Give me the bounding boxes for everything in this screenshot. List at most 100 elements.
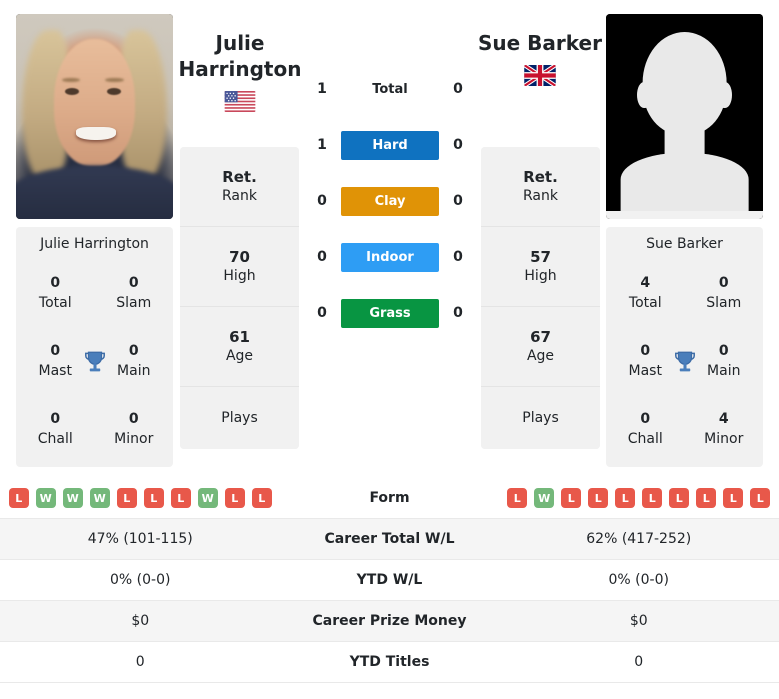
silhouette-ear-left (637, 81, 652, 109)
right-form-badge-list: LWLLLLLLLL (505, 488, 774, 508)
brow-right (105, 77, 125, 83)
surface-label-hard[interactable]: Hard (341, 130, 439, 160)
right-titles-total-key: Total (628, 295, 662, 311)
eye-right (107, 87, 122, 95)
surface-comparison: 1 Total 0 1 Hard 0 0 Clay 0 0 Indoor 0 0… (311, 61, 469, 341)
right-high-cell: 57 High (481, 227, 600, 307)
right-rank-key: Rank (523, 188, 558, 205)
left-plays-key: Plays (221, 409, 258, 426)
row-label-form: Form (369, 490, 410, 506)
form-badge-l: L (750, 488, 771, 508)
right-titles-grid: 4 Total 0 Slam 0 Mast 0 Main 0 Chall 4 M… (606, 260, 763, 464)
right-score-total: 0 (453, 81, 463, 97)
left-titles-card: Julie Harrington 0 Total 0 Slam 0 Mast 0… (16, 227, 173, 467)
left-titles-slam-value: 0 (128, 275, 139, 292)
trophy-icon (80, 328, 110, 396)
form-badge-w: W (35, 488, 56, 508)
left-titles-total-key: Total (38, 295, 72, 311)
right-career-prize-money: $0 (629, 613, 648, 629)
left-titles-mast-key: Mast (38, 363, 72, 379)
left-rank-key: Rank (222, 188, 257, 205)
left-score-clay: 0 (317, 193, 327, 209)
left-titles-minor: 0 Minor (95, 396, 174, 464)
surface-label-grass[interactable]: Grass (341, 298, 439, 328)
table-row-ytd-titles: 0 YTD Titles 0 (0, 642, 779, 683)
left-form-badge-list: LWWWLLLWLL (6, 488, 275, 508)
surface-row-total: 1 Total 0 (311, 61, 469, 117)
left-titles-slam: 0 Slam (95, 260, 174, 328)
left-player-name-line-1: Julie (215, 31, 265, 55)
form-badge-l: L (642, 488, 663, 508)
right-titles-total: 4 Total (606, 260, 685, 328)
us-flag-icon (224, 91, 256, 112)
left-titles-grid: 0 Total 0 Slam 0 Mast 0 Main 0 Chall 0 M… (16, 260, 173, 464)
right-score-hard: 0 (453, 137, 463, 153)
left-score-hard: 1 (317, 137, 327, 153)
right-titles-total-value: 4 (640, 275, 651, 292)
left-plays-cell: Plays (180, 387, 299, 449)
right-high-key: High (524, 268, 557, 285)
left-form-badges: LWWWLLLWLL (0, 488, 281, 508)
left-age-key: Age (225, 348, 254, 365)
right-titles-slam-key: Slam (706, 295, 742, 311)
left-titles-slam-key: Slam (116, 295, 152, 311)
left-player-photo[interactable] (16, 14, 173, 219)
face (53, 38, 136, 166)
surface-label-total: Total (372, 81, 408, 97)
left-high-key: High (223, 268, 256, 285)
right-high-value: 57 (530, 247, 551, 266)
left-titles-player-name: Julie Harrington (40, 236, 149, 252)
surface-label-clay[interactable]: Clay (341, 186, 439, 216)
form-badge-l: L (507, 488, 528, 508)
eye-left (64, 87, 79, 95)
right-titles-chall-value: 0 (640, 411, 651, 428)
silhouette-floor (606, 210, 763, 219)
form-badge-l: L (251, 488, 272, 508)
left-rank-value: Ret. (222, 167, 257, 186)
table-row-form: LWWWLLLWLL Form LWLLLLLLLL (0, 478, 779, 519)
right-titles-main-value: 0 (718, 343, 729, 360)
left-ytd-titles: 0 (135, 654, 145, 670)
smile (75, 126, 117, 141)
right-titles-slam: 0 Slam (685, 260, 764, 328)
right-age-cell: 67 Age (481, 307, 600, 387)
right-career-wl: 62% (417-252) (586, 531, 692, 547)
right-score-indoor: 0 (453, 249, 463, 265)
surface-label-indoor[interactable]: Indoor (341, 242, 439, 272)
right-plays-cell: Plays (481, 387, 600, 449)
left-player-name-line-2: Harrington (178, 57, 302, 81)
right-ytd-wl: 0% (0-0) (608, 572, 669, 588)
uk-flag-icon (524, 65, 556, 86)
right-player-photo[interactable] (606, 14, 763, 219)
right-score-grass: 0 (453, 305, 463, 321)
form-badge-l: L (561, 488, 582, 508)
surface-row-hard: 1 Hard 0 (311, 117, 469, 173)
form-badge-l: L (723, 488, 744, 508)
left-titles-minor-value: 0 (128, 411, 139, 428)
left-score-grass: 0 (317, 305, 327, 321)
left-titles-mast-value: 0 (50, 343, 61, 360)
shoulders (16, 165, 173, 219)
form-badge-l: L (588, 488, 609, 508)
right-ytd-titles: 0 (634, 654, 644, 670)
left-high-value: 70 (229, 247, 250, 266)
row-label-ytd-wl: YTD W/L (356, 572, 423, 588)
brow-left (61, 77, 81, 83)
right-titles-slam-value: 0 (718, 275, 729, 292)
row-label-ytd-titles: YTD Titles (349, 654, 430, 670)
left-titles-chall-key: Chall (37, 431, 73, 447)
right-form-badges: LWLLLLLLLL (499, 488, 779, 508)
left-titles-chall-value: 0 (50, 411, 61, 428)
left-high-cell: 70 High (180, 227, 299, 307)
right-player-name[interactable]: Sue Barker (455, 30, 625, 56)
left-player-name[interactable]: Julie Harrington (155, 30, 325, 82)
table-row-career-wl: 47% (101-115) Career Total W/L 62% (417-… (0, 519, 779, 560)
silhouette-body (620, 153, 749, 211)
right-titles-mast-key: Mast (628, 363, 662, 379)
right-titles-mast-value: 0 (640, 343, 651, 360)
form-badge-l: L (615, 488, 636, 508)
form-badge-w: W (534, 488, 555, 508)
right-titles-chall: 0 Chall (606, 396, 685, 464)
right-titles-minor: 4 Minor (685, 396, 764, 464)
form-badge-l: L (8, 488, 29, 508)
